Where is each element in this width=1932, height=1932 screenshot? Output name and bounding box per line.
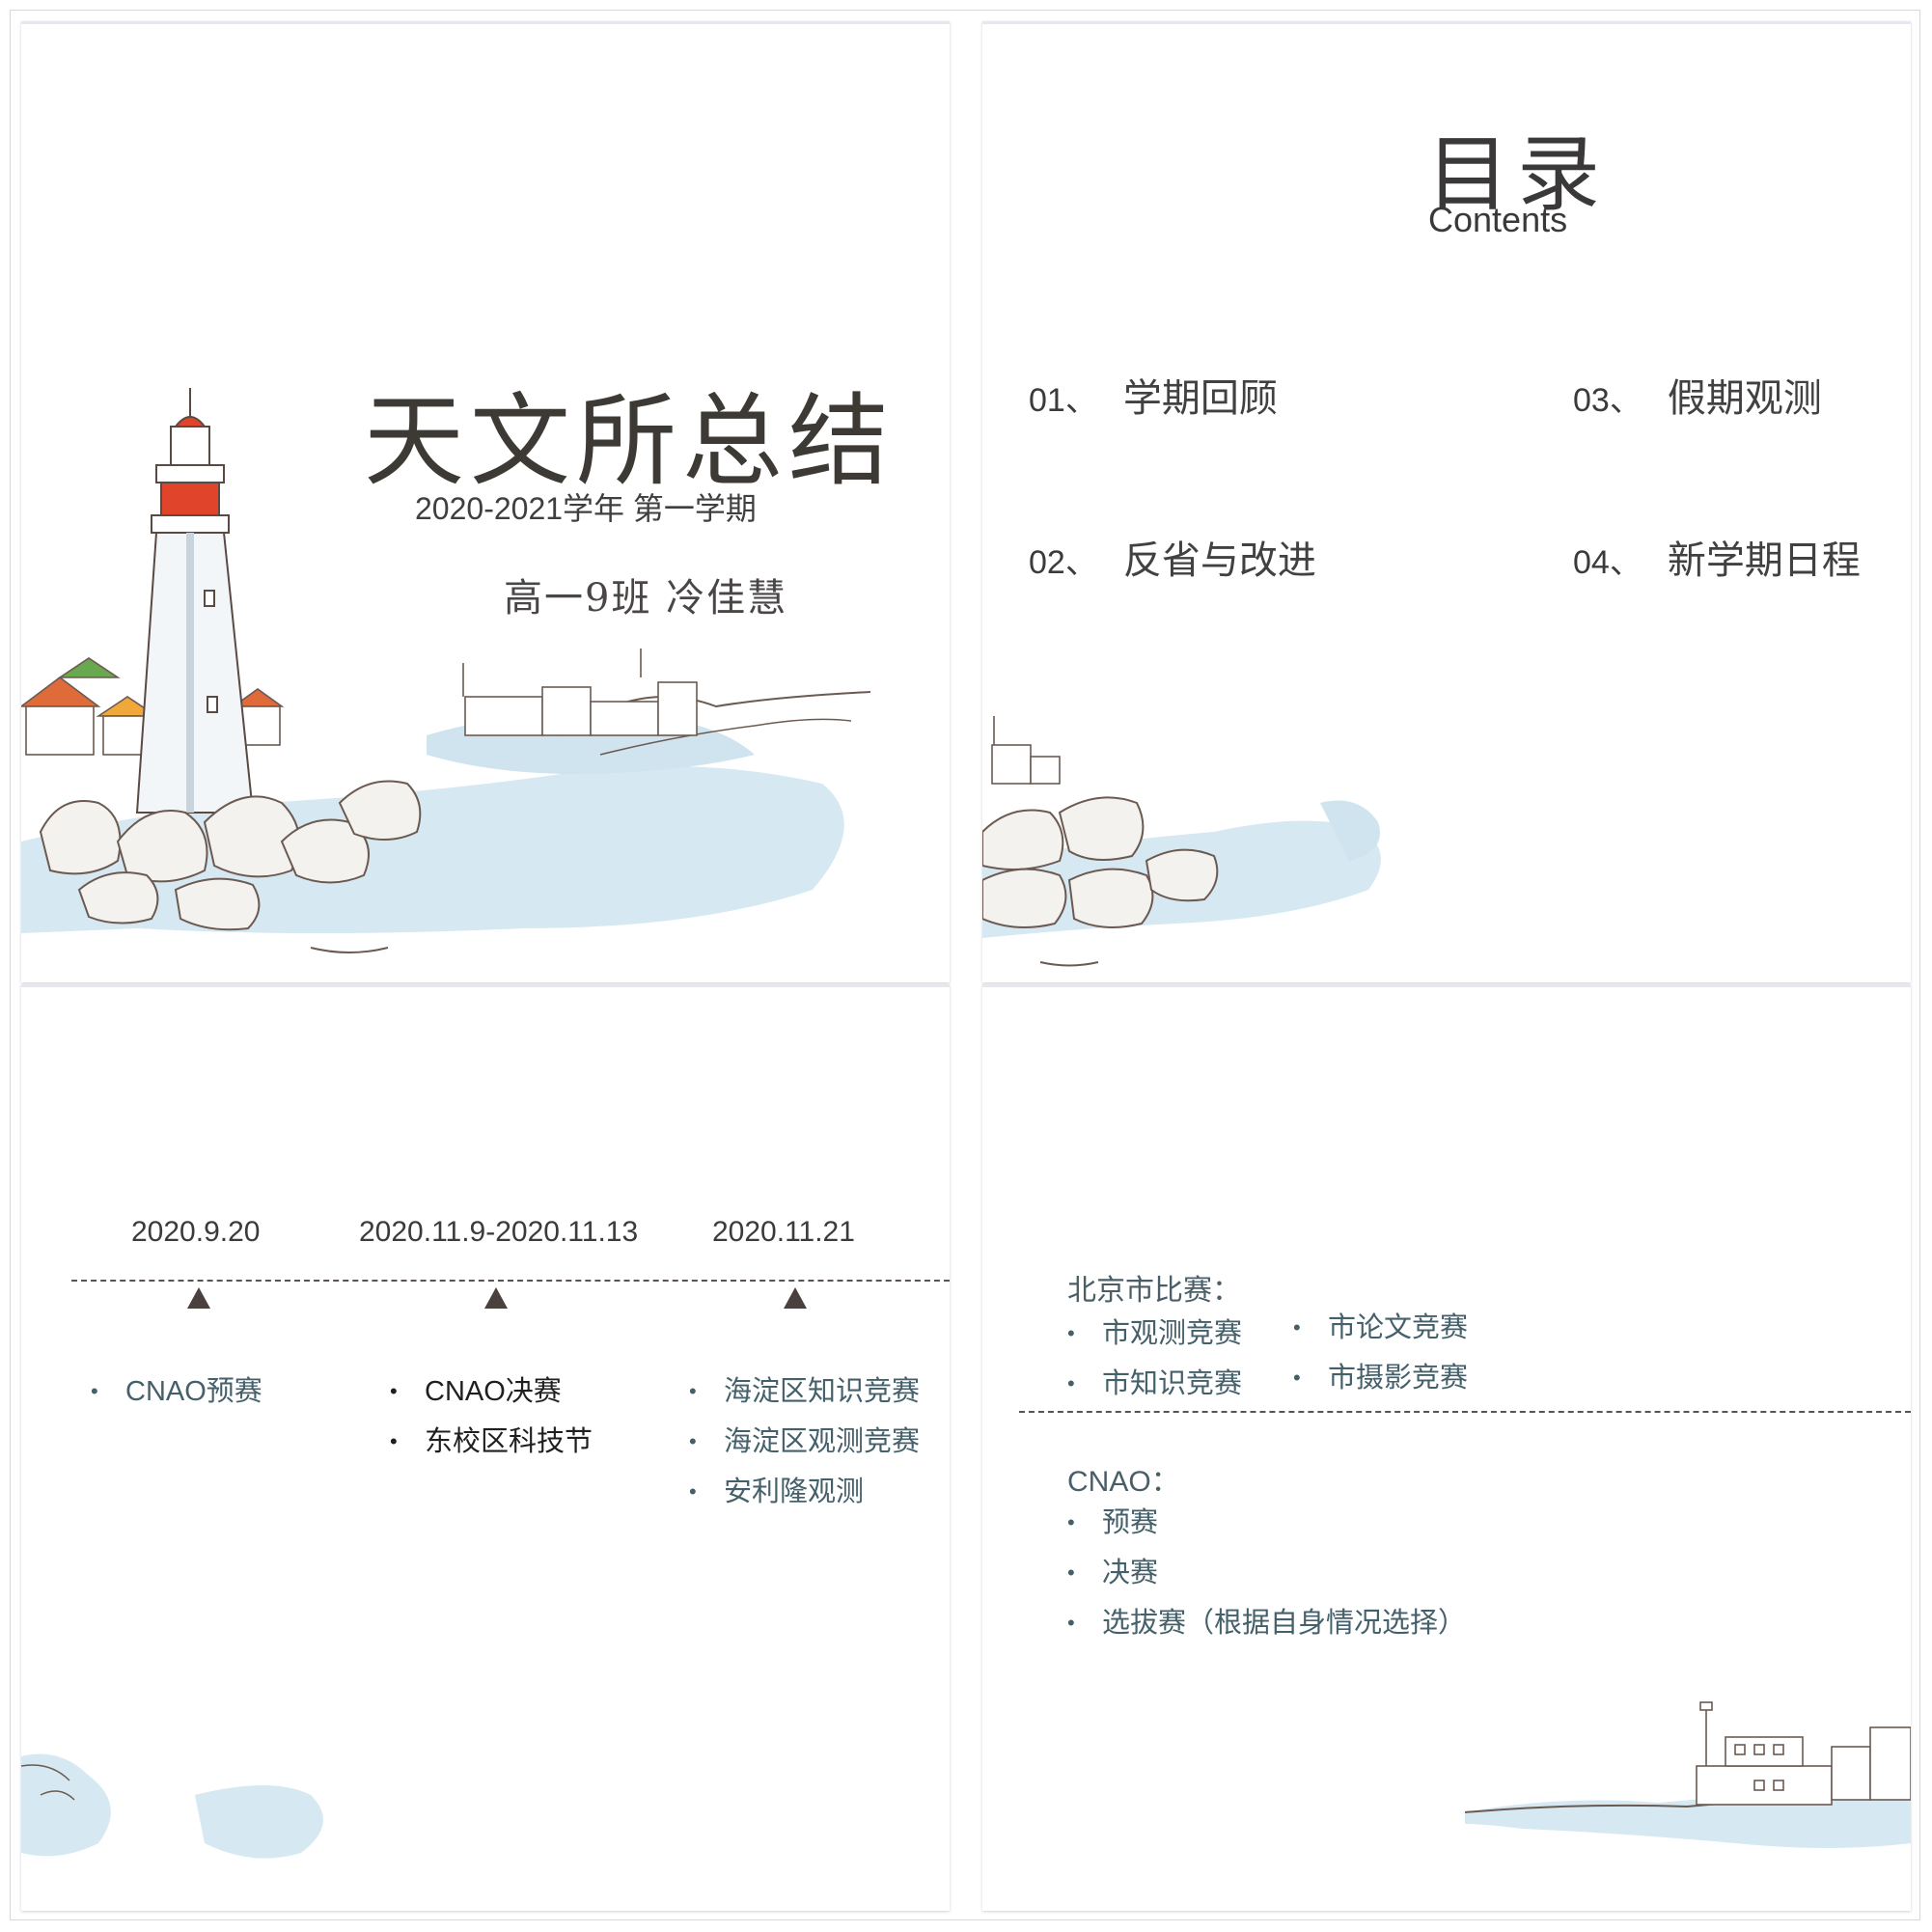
timeline-marker-icon (484, 1287, 508, 1309)
section-divider (1019, 1411, 1911, 1413)
cnao-list: 预赛 决赛 选拔赛（根据自身情况选择） (1067, 1498, 1466, 1648)
timeline-date-3: 2020.11.21 (712, 1216, 855, 1248)
list-item: 决赛 (1067, 1548, 1466, 1598)
list-item: 选拔赛（根据自身情况选择） (1067, 1598, 1466, 1648)
seascape-illustration (982, 716, 1381, 967)
timeline-events-2: CNAO决赛 东校区科技节 (390, 1366, 593, 1467)
toc-item-4[interactable]: 04、 新学期日程 (1573, 529, 1861, 585)
contents-subtitle: Contents (1428, 200, 1568, 239)
wave-illustration (21, 1753, 323, 1859)
toc-item-1[interactable]: 01、 学期回顾 (1029, 367, 1278, 423)
academic-year-subtitle: 2020-2021学年 第一学期 (415, 491, 757, 526)
toc-item-number: 03、 (1573, 382, 1642, 419)
slide-top-border (982, 21, 1911, 24)
list-item: 预赛 (1067, 1498, 1466, 1548)
toc-item-label: 假期观测 (1667, 376, 1822, 421)
slide-title[interactable]: 天文所总结 2020-2021学年 第一学期 高一9班 冷佳慧 (21, 21, 950, 982)
timeline-axis (71, 1280, 950, 1282)
slide-top-border (21, 21, 950, 24)
timeline-date-1: 2020.9.20 (131, 1216, 261, 1248)
list-item: 市观测竞赛 (1067, 1309, 1242, 1359)
slide-top-border (982, 984, 1911, 987)
harbor-town-illustration (1465, 1701, 1911, 1848)
list-item: 市知识竞赛 (1067, 1359, 1242, 1409)
toc-item-2[interactable]: 02、 反省与改进 (1029, 529, 1316, 585)
list-item: 安利隆观测 (689, 1467, 920, 1517)
toc-item-label: 新学期日程 (1667, 538, 1861, 583)
toc-item-number: 02、 (1029, 544, 1098, 581)
list-item: CNAO预赛 (91, 1366, 262, 1417)
toc-item-3[interactable]: 03、 假期观测 (1573, 367, 1822, 423)
timeline-marker-icon (784, 1287, 807, 1309)
slide-top-border (21, 984, 950, 987)
list-item: 市摄影竞赛 (1293, 1353, 1468, 1403)
slide-competitions[interactable]: 北京市比赛： 市观测竞赛 市知识竞赛 市论文竞赛 市摄影竞赛 CNAO： 预赛 … (982, 984, 1911, 1911)
slide-contents[interactable]: 目录 Contents 01、 学期回顾 02、 反省与改进 03、 假期观测 04、… (982, 21, 1911, 982)
beijing-list-left: 市观测竞赛 市知识竞赛 (1067, 1309, 1242, 1409)
timeline-marker-icon (187, 1287, 210, 1309)
list-item: CNAO决赛 (390, 1366, 593, 1417)
author-line: 高一9班 冷佳慧 (504, 576, 788, 621)
timeline-date-2: 2020.11.9-2020.11.13 (359, 1216, 639, 1248)
slide-timeline[interactable]: 2020.9.20 2020.11.9-2020.11.13 2020.11.2… (21, 984, 950, 1911)
timeline-events-3: 海淀区知识竞赛 海淀区观测竞赛 安利隆观测 (689, 1366, 920, 1517)
list-item: 海淀区知识竞赛 (689, 1366, 920, 1417)
list-item: 市论文竞赛 (1293, 1303, 1468, 1353)
list-item: 东校区科技节 (390, 1417, 593, 1467)
toc-item-number: 04、 (1573, 544, 1642, 581)
timeline-events-1: CNAO预赛 (91, 1366, 262, 1417)
beijing-section-title: 北京市比赛： (1067, 1275, 1241, 1307)
cnao-section-title: CNAO： (1067, 1466, 1180, 1498)
slide-title-text: 天文所总结 (364, 382, 896, 500)
toc-item-number: 01、 (1029, 382, 1098, 419)
beijing-list-right: 市论文竞赛 市摄影竞赛 (1293, 1303, 1468, 1403)
toc-item-label: 学期回顾 (1122, 376, 1278, 421)
toc-item-label: 反省与改进 (1122, 538, 1316, 583)
list-item: 海淀区观测竞赛 (689, 1417, 920, 1467)
